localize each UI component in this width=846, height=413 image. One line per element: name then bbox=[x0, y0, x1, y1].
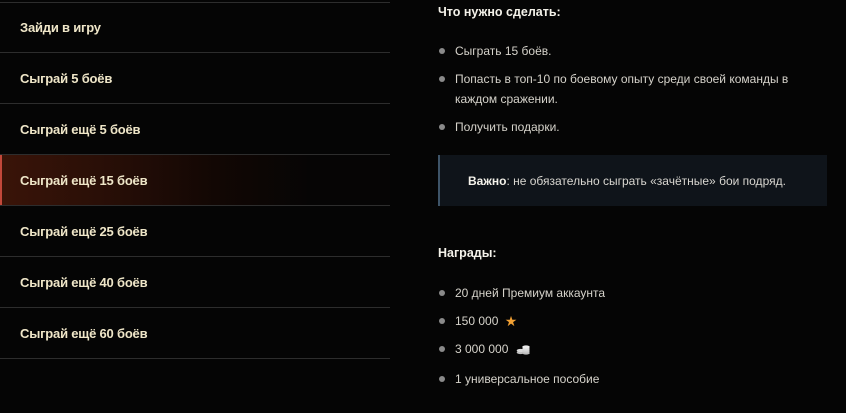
rewards-title: Награды: bbox=[438, 246, 497, 260]
task-item-6[interactable]: Сыграй ещё 60 боёв bbox=[0, 308, 390, 359]
note-text: : не обязательно сыграть «зачётные» бои … bbox=[506, 173, 786, 188]
bullet-dot-icon bbox=[439, 124, 445, 130]
note-label: Важно bbox=[468, 173, 507, 188]
todo-item: Попасть в топ-10 по боевому опыту среди … bbox=[438, 69, 830, 109]
todo-item: Получить подарки. bbox=[438, 117, 830, 137]
task-item-5[interactable]: Сыграй ещё 40 боёв bbox=[0, 257, 390, 308]
task-item-3-active[interactable]: Сыграй ещё 15 боёв bbox=[0, 155, 390, 206]
task-item-2[interactable]: Сыграй ещё 5 боёв bbox=[0, 104, 390, 155]
task-label: Сыграй ещё 25 боёв bbox=[20, 223, 148, 239]
reward-credits-text: 3 000 000 bbox=[455, 342, 509, 356]
bullet-dot-icon bbox=[439, 346, 445, 352]
task-label: Зайди в игру bbox=[20, 20, 101, 35]
reward-premium: 20 дней Премиум аккаунта bbox=[438, 283, 830, 303]
todo-item-text: Попасть в топ-10 по боевому опыту среди … bbox=[455, 72, 789, 106]
reward-premium-text: 20 дней Премиум аккаунта bbox=[455, 286, 606, 300]
task-label: Сыграй 5 боёв bbox=[20, 70, 113, 86]
reward-xp-text: 150 000 bbox=[455, 314, 499, 328]
bullet-dot-icon bbox=[439, 76, 445, 82]
reward-xp: 150 000 ★ bbox=[438, 311, 830, 331]
task-label: Сыграй ещё 15 боёв bbox=[20, 172, 148, 188]
task-item-1[interactable]: Сыграй 5 боёв bbox=[0, 53, 390, 104]
bullet-dot-icon bbox=[439, 376, 445, 382]
bullet-dot-icon bbox=[439, 318, 445, 324]
bullet-dot-icon bbox=[439, 48, 445, 54]
todo-list: Сыграть 15 боёв. Попасть в топ-10 по бое… bbox=[438, 41, 830, 145]
reward-manual-text: 1 универсальное пособие bbox=[455, 372, 600, 386]
reward-credits: 3 000 000 bbox=[438, 339, 830, 361]
todo-item-text: Сыграть 15 боёв. bbox=[455, 44, 552, 58]
task-label: Сыграй ещё 60 боёв bbox=[20, 325, 148, 341]
rewards-list: 20 дней Премиум аккаунта 150 000 ★ 3 000… bbox=[438, 283, 830, 397]
todo-item: Сыграть 15 боёв. bbox=[438, 41, 830, 61]
bullet-dot-icon bbox=[439, 290, 445, 296]
star-icon: ★ bbox=[504, 313, 518, 329]
task-item-4[interactable]: Сыграй ещё 25 боёв bbox=[0, 206, 390, 257]
todo-item-text: Получить подарки. bbox=[455, 120, 560, 134]
task-item-0[interactable]: Зайди в игру bbox=[0, 2, 390, 53]
task-label: Сыграй ещё 5 боёв bbox=[20, 121, 141, 137]
important-note: Важно: не обязательно сыграть «зачётные»… bbox=[438, 155, 827, 206]
task-label: Сыграй ещё 40 боёв bbox=[20, 274, 148, 290]
coins-icon bbox=[516, 341, 531, 361]
task-list: Зайди в игру Сыграй 5 боёв Сыграй ещё 5 … bbox=[0, 2, 390, 359]
todo-title: Что нужно сделать: bbox=[438, 5, 561, 19]
missions-page: Зайди в игру Сыграй 5 боёв Сыграй ещё 5 … bbox=[0, 0, 846, 413]
reward-manual: 1 универсальное пособие bbox=[438, 369, 830, 389]
